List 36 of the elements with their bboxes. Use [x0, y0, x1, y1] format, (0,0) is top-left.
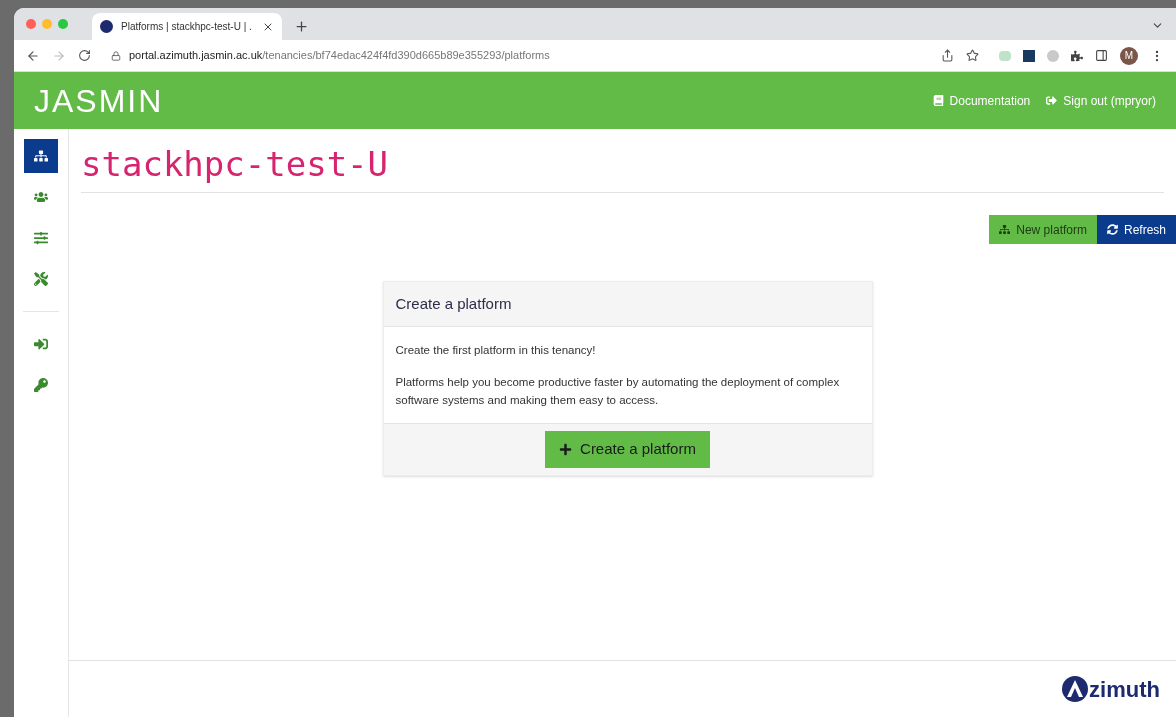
sign-out-icon: [1046, 95, 1058, 106]
new-tab-icon[interactable]: [294, 19, 309, 34]
lock-icon: [111, 50, 121, 61]
azimuth-logo-icon: [1061, 675, 1090, 703]
create-platform-button[interactable]: Create a platform: [545, 431, 710, 468]
sliders-icon: [34, 231, 48, 245]
url-text: portal.azimuth.jasmin.ac.uk/tenancies/bf74edac424f4fd390d665b89e355293/platforms: [129, 48, 550, 64]
refresh-button[interactable]: Refresh: [1096, 215, 1176, 244]
extensions-icon[interactable]: [1071, 49, 1083, 62]
card-text: Platforms help you become productive faster by automating the deployment of complex software systems and making them easy to access.: [395, 375, 841, 408]
share-icon[interactable]: [941, 49, 954, 62]
book-icon: [932, 95, 944, 106]
new-platform-button[interactable]: New platform: [989, 215, 1097, 244]
tab-title: Platforms | stackhpc-test-U | .: [121, 20, 253, 34]
card-text: Create the first platform in this tenancy!: [395, 343, 597, 358]
back-icon[interactable]: [26, 48, 40, 63]
plus-icon: [559, 443, 573, 456]
reload-icon[interactable]: [78, 49, 91, 62]
card-title: Create a platform: [395, 293, 512, 314]
key-icon: [34, 378, 48, 392]
sitemap-icon: [34, 149, 48, 163]
browser-tab[interactable]: Platforms | stackhpc-test-U | .: [92, 13, 282, 40]
profile-avatar[interactable]: M: [1120, 46, 1138, 65]
refresh-icon: [1106, 224, 1118, 235]
sign-in-icon: [34, 337, 48, 351]
side-panel-icon[interactable]: [1095, 49, 1108, 62]
users-icon: [34, 190, 48, 204]
azimuth-favicon-icon: [100, 20, 113, 33]
sitemap-icon: [999, 224, 1011, 235]
address-field[interactable]: portal.azimuth.jasmin.ac.uk/tenancies/bf74edac424f4fd390d665b89e355293/platforms: [103, 43, 929, 68]
extension-icon[interactable]: [1023, 49, 1035, 62]
azimuth-brand-text: zimuth: [1089, 675, 1160, 704]
sidebar-item[interactable]: [24, 139, 58, 173]
tools-icon: [34, 272, 48, 286]
bookmark-star-icon[interactable]: [966, 49, 979, 62]
page-title: stackhpc-test-U: [81, 129, 1164, 193]
